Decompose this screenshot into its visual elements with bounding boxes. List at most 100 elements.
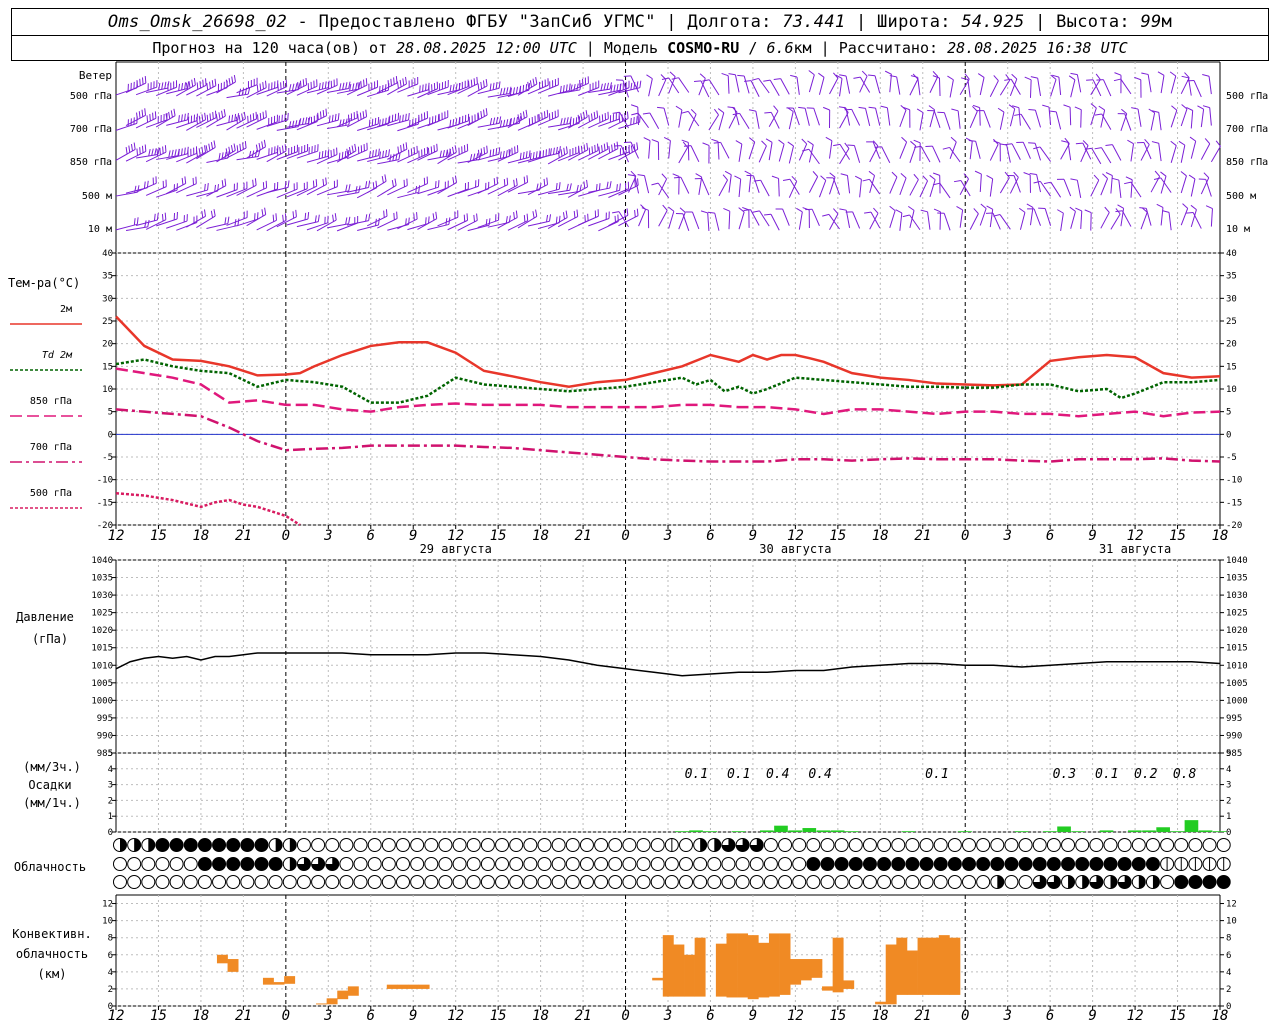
wind-barb-feather (1111, 177, 1119, 181)
cloud-symbol (1004, 838, 1019, 852)
cloud-fill (1188, 875, 1202, 889)
wind-barb (1090, 107, 1097, 126)
wind-barb (256, 121, 278, 130)
wind-barb-feather (345, 82, 348, 90)
cloud-fill (1089, 857, 1103, 871)
wind-barb (649, 112, 660, 129)
cloud-symbol (877, 857, 892, 871)
wind-barb (989, 178, 994, 197)
precip-bar (1142, 830, 1156, 832)
wind-barb (989, 209, 994, 228)
wind-barb-feather (345, 217, 348, 225)
temp-title: Тем-ра(°C) (8, 276, 80, 290)
wind-barb-feather (1189, 136, 1196, 142)
cloud-circle (240, 875, 255, 889)
wind-barb-feather (532, 152, 535, 160)
cloud-symbol (905, 875, 920, 889)
wind-barb (1120, 78, 1132, 95)
wind-level-label: 10 м (88, 224, 112, 235)
wind-barb-feather (854, 175, 862, 180)
wind-barb-feather (202, 79, 204, 87)
wind-barb-feather (181, 148, 183, 156)
cloud-symbol (594, 857, 609, 871)
x-tick-label: 6 (1046, 528, 1054, 544)
cloud-fill (1203, 875, 1217, 889)
cloud-circle (1018, 875, 1033, 889)
wind-barb-feather (723, 207, 730, 212)
wind-barb (206, 223, 229, 229)
cloud-symbol (311, 857, 326, 871)
wind-barb (718, 112, 725, 131)
wind-barb-feather (342, 118, 345, 127)
cloud-symbol (792, 875, 807, 889)
wind-barb-feather (1004, 78, 1012, 81)
cloud-circle (650, 857, 665, 871)
wind-barb (497, 184, 518, 197)
wind-barb-feather (201, 114, 204, 122)
wind-barb-feather (1205, 205, 1213, 210)
y-tick-label: 2 (108, 796, 113, 806)
wind-barb (135, 182, 157, 193)
y-tick-label-right: 990 (1226, 731, 1242, 741)
temp-legend-label: 500 гПа (30, 488, 72, 499)
wind-barb-feather (125, 147, 128, 155)
cloud-symbol (296, 857, 311, 871)
wind-barb (760, 180, 770, 197)
wind-barb (909, 145, 917, 164)
wind-barb-feather (916, 108, 924, 114)
wind-barb (1168, 212, 1172, 231)
cloud-circle (862, 875, 877, 889)
cloud-symbol (551, 875, 566, 889)
wind-barb-feather (153, 213, 156, 221)
y-tick-label: 10 (102, 917, 113, 927)
cloud-circle (848, 838, 863, 852)
cloud-circle (919, 838, 934, 852)
wind-barb-feather (532, 211, 535, 219)
cloud-symbol (1174, 875, 1189, 889)
conv-bar (832, 937, 844, 993)
conv-bar (928, 937, 940, 995)
wind-barb-feather (619, 183, 621, 191)
cloud-fill (1118, 857, 1132, 871)
wind-barb-feather (1075, 142, 1083, 145)
wind-barb-feather (1181, 104, 1188, 110)
wind-level-label-right: 500 гПа (1226, 91, 1268, 102)
cloud-circle (594, 875, 609, 889)
cloud-circle (650, 838, 665, 852)
cloud-symbol (523, 838, 538, 852)
wind-barb-feather (312, 180, 315, 188)
conv-bar (715, 943, 727, 997)
wind-barb (1050, 79, 1057, 97)
wind-barb-feather (259, 113, 262, 121)
wind-barb-feather (600, 83, 603, 91)
wind-barb-feather (862, 178, 870, 182)
wind-barb-feather (201, 210, 204, 218)
wind-barb (979, 77, 985, 96)
cloud-symbol (169, 857, 184, 871)
wind-barb (347, 186, 369, 193)
cloud-symbol (905, 838, 920, 852)
cloud-circle (976, 838, 991, 852)
wind-level-label-right: 850 гПа (1226, 157, 1268, 168)
wind-barb (975, 141, 981, 159)
conv-title: Конвективн. (12, 927, 91, 941)
cloud-circle (594, 857, 609, 871)
wind-barb-feather (637, 178, 639, 186)
precip-bar (1170, 831, 1185, 832)
wind-barb-feather (986, 174, 993, 180)
x-tick-label-bottom: 21 (575, 1008, 592, 1024)
cloud-fill (226, 838, 240, 852)
wind-barb (638, 209, 646, 227)
wind-barb-feather (342, 82, 345, 90)
precip-bar (816, 830, 831, 832)
wind-barb-feather (452, 177, 455, 185)
wind-barb-feather (558, 182, 561, 190)
wind-barb-feather (713, 108, 719, 116)
wind-barb-feather (304, 212, 307, 220)
wind-barb-feather (225, 148, 228, 156)
conv-bar (216, 954, 228, 964)
conv-bar (684, 954, 695, 997)
cloud-symbol (197, 875, 212, 889)
cloud-symbol (396, 857, 410, 871)
cloud-symbol (1046, 838, 1061, 852)
